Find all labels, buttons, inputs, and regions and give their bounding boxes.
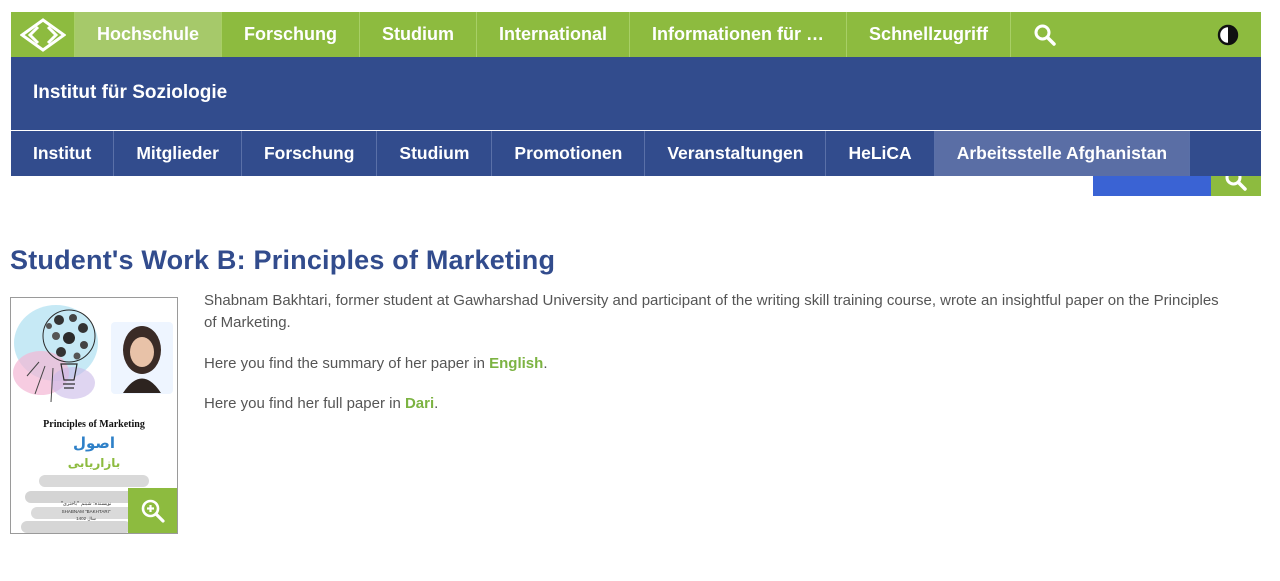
subnav-institut[interactable]: Institut xyxy=(11,131,115,176)
top-navigation: Hochschule Forschung Studium Internation… xyxy=(11,12,1261,57)
english-summary-link[interactable]: English xyxy=(489,355,543,372)
fullpaper-text: Here you find her full paper in xyxy=(204,395,405,412)
subnav-studium[interactable]: Studium xyxy=(377,131,493,176)
summary-paragraph: Here you find the summary of her paper i… xyxy=(204,353,1234,375)
institute-header: Institut für Soziologie xyxy=(11,57,1261,130)
topnav-informationen-fuer[interactable]: Informationen für … xyxy=(630,12,848,57)
subnav-forschung[interactable]: Forschung xyxy=(242,131,378,176)
zoom-in-icon xyxy=(141,499,165,523)
cover-arabic-title-line2: بازاریابی xyxy=(67,456,121,470)
topnav-international[interactable]: International xyxy=(477,12,631,57)
cover-arabic-title-line1: اصول xyxy=(72,434,116,452)
fullpaper-paragraph: Here you find her full paper in Dari. xyxy=(204,393,1234,415)
site-search-input[interactable] xyxy=(1093,176,1211,196)
subnav-helica[interactable]: HeLiCA xyxy=(826,131,935,176)
paper-cover-thumbnail[interactable]: Principles of Marketing اصول بازاریابی ن… xyxy=(10,297,178,534)
topnav-forschung[interactable]: Forschung xyxy=(222,12,361,57)
topnav-studium[interactable]: Studium xyxy=(360,12,478,57)
topnav-schnellzugriff[interactable]: Schnellzugriff xyxy=(847,12,1012,57)
dari-fullpaper-link[interactable]: Dari xyxy=(405,395,434,412)
cover-author-line1: نویسنده: شبنم "باختری" xyxy=(60,501,112,507)
subnav-veranstaltungen[interactable]: Veranstaltungen xyxy=(645,131,827,176)
diamond-chevrons-logo-icon xyxy=(19,17,66,52)
summary-period: . xyxy=(543,355,548,372)
university-logo[interactable] xyxy=(11,12,75,57)
intro-paragraph: Shabnam Bakhtari, former student at Gawh… xyxy=(204,292,1219,331)
search-icon xyxy=(1034,24,1056,46)
zoom-image-button[interactable] xyxy=(128,488,177,533)
top-search-button[interactable] xyxy=(1011,12,1079,57)
cover-author-line3: سال 1402 xyxy=(76,516,96,521)
cover-author-line2: SHABNAM "BAKHTARI" xyxy=(61,509,111,514)
fullpaper-period: . xyxy=(434,395,439,412)
subnav-promotionen[interactable]: Promotionen xyxy=(492,131,646,176)
cover-illustration xyxy=(13,305,173,403)
subnav-mitglieder[interactable]: Mitglieder xyxy=(114,131,242,176)
summary-text: Here you find the summary of her paper i… xyxy=(204,355,490,372)
institute-title[interactable]: Institut für Soziologie xyxy=(33,82,227,104)
site-search-button[interactable] xyxy=(1211,176,1261,196)
topnav-hochschule[interactable]: Hochschule xyxy=(75,12,223,57)
search-icon xyxy=(1225,176,1247,191)
page-title: Student's Work B: Principles of Marketin… xyxy=(10,245,556,275)
institute-navigation: Institut Mitglieder Forschung Studium Pr… xyxy=(11,131,1261,176)
topnav-spacer xyxy=(1079,12,1195,57)
cover-book-title: Principles of Marketing xyxy=(43,419,145,430)
contrast-toggle[interactable] xyxy=(1195,12,1261,57)
subnav-arbeitsstelle-afghanistan[interactable]: Arbeitsstelle Afghanistan xyxy=(934,131,1191,176)
contrast-icon xyxy=(1217,24,1239,45)
